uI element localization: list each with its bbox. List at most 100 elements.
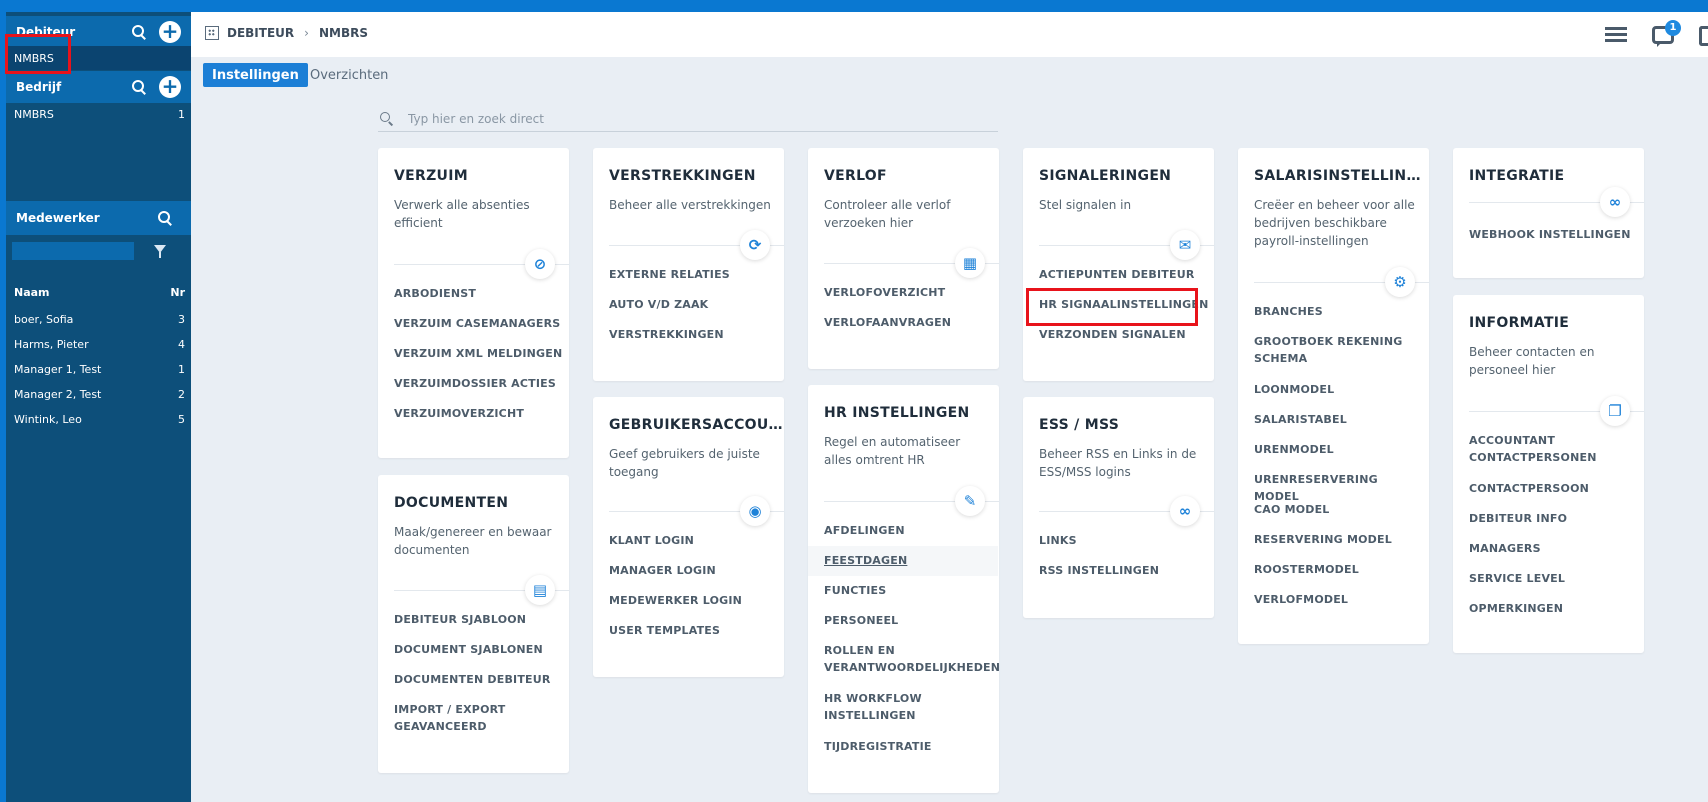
debiteur-search-icon[interactable] bbox=[131, 24, 147, 40]
card-link[interactable]: URENMODEL bbox=[1254, 441, 1424, 458]
card-link[interactable]: DEBITEUR SJABLOON bbox=[394, 611, 564, 628]
card-description: Geef gebruikers de juiste toegang bbox=[609, 447, 760, 479]
card-link[interactable]: SERVICE LEVEL bbox=[1469, 570, 1639, 587]
card-link[interactable]: DEBITEUR INFO bbox=[1469, 510, 1639, 527]
card-link[interactable]: FUNCTIES bbox=[824, 582, 994, 599]
card-ess-mss: ESS / MSS Beheer RSS en Links in de ESS/… bbox=[1023, 397, 1214, 618]
breadcrumb: DEBITEUR › NMBRS bbox=[205, 26, 368, 40]
wrench-icon: ✎ bbox=[955, 486, 985, 516]
card-link[interactable]: VERLOFOVERZICHT bbox=[824, 284, 994, 301]
card-link[interactable]: USER TEMPLATES bbox=[609, 622, 779, 639]
card-title: DOCUMENTEN bbox=[394, 495, 509, 511]
card-link[interactable]: KLANT LOGIN bbox=[609, 532, 779, 549]
card-link[interactable]: DOCUMENT SJABLONEN bbox=[394, 641, 564, 658]
bedrijf-add-button[interactable]: + bbox=[159, 76, 181, 98]
card-link[interactable]: MEDEWERKER LOGIN bbox=[609, 592, 779, 609]
column-naam[interactable]: Naam bbox=[14, 286, 170, 299]
card-link[interactable]: VERLOFAANVRAGEN bbox=[824, 314, 994, 331]
card-link[interactable]: VERSTREKKINGEN bbox=[609, 326, 779, 343]
card-link[interactable]: IMPORT / EXPORT GEAVANCEERD bbox=[394, 701, 564, 735]
card-link[interactable]: AUTO V/D ZAAK bbox=[609, 296, 779, 313]
card-link[interactable]: FEESTDAGEN bbox=[808, 546, 998, 576]
card-link[interactable]: VERZUIMOVERZICHT bbox=[394, 405, 564, 422]
card-link[interactable]: BRANCHES bbox=[1254, 303, 1424, 320]
employee-nr: 4 bbox=[178, 337, 185, 351]
card-title: VERZUIM bbox=[394, 168, 468, 184]
card-link[interactable]: VERZONDEN SIGNALEN bbox=[1039, 326, 1209, 343]
card-link[interactable]: LOONMODEL bbox=[1254, 381, 1424, 398]
debiteur-header: Debiteur + bbox=[6, 16, 191, 48]
card-link[interactable]: OPMERKINGEN bbox=[1469, 600, 1639, 617]
card-link[interactable]: ACTIEPUNTEN DEBITEUR bbox=[1039, 266, 1209, 283]
book-icon[interactable] bbox=[1699, 26, 1708, 46]
card-description: Verwerk alle absenties efficient bbox=[394, 198, 530, 230]
card-link[interactable]: URENRESERVERING MODEL bbox=[1254, 471, 1424, 505]
card-link[interactable]: EXTERNE RELATIES bbox=[609, 266, 779, 283]
card-link[interactable]: VERZUIM CASEMANAGERS bbox=[394, 315, 564, 332]
card-link[interactable]: HR SIGNAALINSTELLINGEN bbox=[1039, 296, 1209, 313]
bedrijf-item[interactable]: NMBRS 1 bbox=[6, 102, 191, 126]
card-link[interactable]: VERLOFMODEL bbox=[1254, 591, 1424, 608]
list-item[interactable]: Harms, Pieter 4 bbox=[6, 332, 191, 356]
sidebar: Debiteur + NMBRS Bedrijf + NMBRS 1 Medew… bbox=[0, 12, 191, 802]
card-link[interactable]: ACCOUNTANT CONTACTPERSONEN bbox=[1469, 432, 1639, 466]
bedrijf-search-icon[interactable] bbox=[131, 79, 147, 95]
filter-icon[interactable] bbox=[154, 245, 166, 258]
card-description: Controleer alle verlof verzoeken hier bbox=[824, 198, 951, 230]
card-link[interactable]: TIJDREGISTRATIE bbox=[824, 738, 994, 755]
card-link[interactable]: VERZUIMDOSSIER ACTIES bbox=[394, 375, 564, 392]
tab-instellingen[interactable]: Instellingen bbox=[203, 63, 308, 87]
column-nr[interactable]: Nr bbox=[170, 286, 185, 299]
card-link[interactable]: WEBHOOK INSTELLINGEN bbox=[1469, 226, 1639, 243]
document-icon: ▤ bbox=[525, 575, 555, 605]
bedrijf-item-label: NMBRS bbox=[14, 107, 54, 121]
card-title: INFORMATIE bbox=[1469, 315, 1570, 331]
link-icon: ∞ bbox=[1170, 496, 1200, 526]
medewerker-filter-input[interactable] bbox=[12, 242, 134, 260]
card-link[interactable]: RESERVERING MODEL bbox=[1254, 531, 1424, 548]
card-link[interactable]: LINKS bbox=[1039, 532, 1209, 549]
debiteur-title: Debiteur bbox=[16, 25, 76, 39]
card-verzuim: VERZUIM Verwerk alle absenties efficient… bbox=[378, 148, 569, 458]
card-link[interactable]: PERSONEEL bbox=[824, 612, 994, 629]
card-link[interactable]: ARBODIENST bbox=[394, 285, 564, 302]
card-link[interactable]: AFDELINGEN bbox=[824, 522, 994, 539]
medewerker-search-icon[interactable] bbox=[157, 210, 173, 226]
card-title: ESS / MSS bbox=[1039, 417, 1120, 433]
card-description: Maak/genereer en bewaar documenten bbox=[394, 525, 552, 557]
employee-name: Wintink, Leo bbox=[14, 412, 82, 426]
card-title: SIGNALERINGEN bbox=[1039, 168, 1172, 184]
card-link[interactable]: GROOTBOEK REKENING SCHEMA bbox=[1254, 333, 1424, 367]
card-verlof: VERLOF Controleer alle verlof verzoeken … bbox=[808, 148, 999, 369]
card-link[interactable]: HR WORKFLOW INSTELLINGEN bbox=[824, 690, 994, 724]
card-title: INTEGRATIE bbox=[1469, 168, 1565, 184]
debiteur-item-nmbrs[interactable]: NMBRS bbox=[6, 46, 191, 70]
card-link[interactable]: SALARISTABEL bbox=[1254, 411, 1424, 428]
card-link[interactable]: MANAGERS bbox=[1469, 540, 1639, 557]
card-link[interactable]: DOCUMENTEN DEBITEUR bbox=[394, 671, 564, 688]
card-link[interactable]: ROOSTERMODEL bbox=[1254, 561, 1424, 578]
list-item[interactable]: Manager 1, Test 1 bbox=[6, 357, 191, 381]
card-integratie: INTEGRATIE ∞ WEBHOOK INSTELLINGEN bbox=[1453, 148, 1644, 278]
breadcrumb-debiteur[interactable]: DEBITEUR bbox=[227, 26, 294, 40]
bedrijf-header: Bedrijf + bbox=[6, 71, 191, 103]
card-link[interactable]: VERZUIM XML MELDINGEN bbox=[394, 345, 564, 362]
debiteur-item-label: NMBRS bbox=[14, 51, 54, 65]
list-item[interactable]: boer, Sofia 3 bbox=[6, 307, 191, 331]
employee-nr: 5 bbox=[178, 412, 185, 426]
breadcrumb-nmbrs[interactable]: NMBRS bbox=[319, 26, 368, 40]
list-icon[interactable] bbox=[1605, 26, 1627, 44]
tab-overzichten[interactable]: Overzichten bbox=[301, 63, 397, 87]
card-link[interactable]: CONTACTPERSOON bbox=[1469, 480, 1639, 497]
search-input[interactable] bbox=[408, 111, 968, 126]
card-link[interactable]: MANAGER LOGIN bbox=[609, 562, 779, 579]
card-description: Beheer RSS en Links in de ESS/MSS logins bbox=[1039, 447, 1197, 479]
debiteur-add-button[interactable]: + bbox=[159, 21, 181, 43]
card-description: Regel en automatiseer alles omtrent HR bbox=[824, 435, 961, 467]
list-item[interactable]: Manager 2, Test 2 bbox=[6, 382, 191, 406]
chat-badge: 1 bbox=[1665, 20, 1681, 36]
card-link[interactable]: CAO MODEL bbox=[1254, 501, 1424, 518]
card-link[interactable]: RSS INSTELLINGEN bbox=[1039, 562, 1209, 579]
card-link[interactable]: ROLLEN EN VERANTWOORDELIJKHEDEN bbox=[824, 642, 1000, 676]
list-item[interactable]: Wintink, Leo 5 bbox=[6, 407, 191, 431]
